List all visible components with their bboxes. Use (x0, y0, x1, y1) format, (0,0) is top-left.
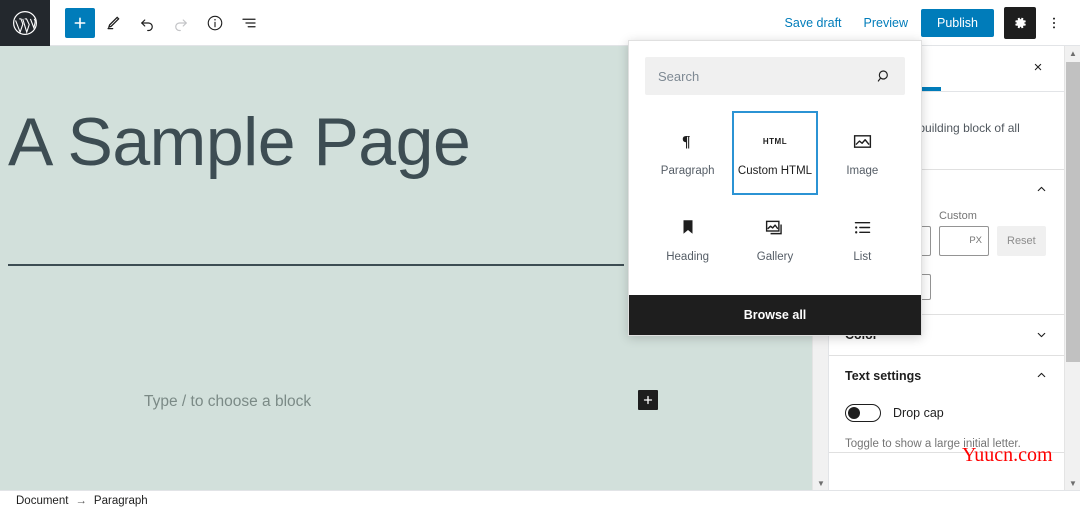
html-badge-label: HTML (763, 137, 787, 146)
gallery-icon (764, 215, 785, 239)
pencil-icon (104, 14, 122, 32)
list-view-icon (240, 14, 258, 32)
sidebar-scroll-up-icon[interactable]: ▲ (1066, 46, 1080, 60)
sidebar-scroll-down-icon[interactable]: ▼ (1066, 476, 1080, 490)
kebab-menu-icon (1046, 15, 1062, 31)
drop-cap-helper-text: Toggle to show a large initial letter. (845, 436, 1048, 452)
search-input[interactable] (658, 69, 876, 84)
inserter-block-label: Custom HTML (738, 165, 812, 177)
chevron-up-icon[interactable] (1035, 369, 1048, 382)
text-settings-panel: Text settings Drop cap Toggle to show a … (829, 356, 1064, 453)
inserter-block-custom-html[interactable]: HTML Custom HTML (732, 111, 817, 195)
text-settings-panel-title: Text settings (845, 369, 921, 383)
save-draft-button[interactable]: Save draft (776, 10, 851, 36)
inserter-block-grid: ¶ Paragraph HTML Custom HTML Image (629, 103, 921, 295)
inserter-block-heading[interactable]: Heading (645, 197, 730, 281)
add-block-button[interactable] (65, 8, 95, 38)
paragraph-pilcrow-icon: ¶ (679, 129, 697, 153)
settings-toggle-button[interactable] (1004, 7, 1036, 39)
undo-button[interactable] (131, 7, 163, 39)
custom-size-field: Custom PX (939, 210, 989, 256)
custom-size-unit: PX (969, 235, 982, 246)
inserter-block-paragraph[interactable]: ¶ Paragraph (645, 111, 730, 195)
html-code-icon: HTML (763, 129, 787, 153)
list-icon (852, 215, 873, 239)
reset-font-size-button[interactable]: Reset (997, 226, 1046, 256)
close-sidebar-button[interactable]: × (1024, 53, 1052, 81)
gear-icon (1012, 15, 1028, 31)
wordpress-logo-icon[interactable] (0, 0, 50, 46)
toolbar-right-group: Save draft Preview Publish (776, 7, 1080, 39)
breadcrumb-separator-icon: → (75, 495, 87, 507)
preview-button[interactable]: Preview (855, 10, 917, 36)
inserter-block-image[interactable]: Image (820, 111, 905, 195)
redo-button[interactable] (165, 7, 197, 39)
more-options-button[interactable] (1040, 7, 1068, 39)
drop-cap-toggle-knob (848, 407, 860, 419)
undo-icon (138, 14, 156, 32)
drop-cap-row: Drop cap (845, 396, 1048, 436)
toolbar-left-group (50, 7, 265, 39)
info-circle-icon (206, 14, 224, 32)
plus-icon (72, 15, 88, 31)
image-icon (852, 129, 873, 153)
plus-icon (642, 394, 654, 406)
text-settings-panel-header[interactable]: Text settings (845, 356, 1048, 396)
breadcrumb-block[interactable]: Paragraph (94, 495, 148, 507)
drop-cap-toggle[interactable] (845, 404, 881, 422)
sidebar-scrollbar[interactable]: ▲ ▼ (1064, 46, 1080, 490)
drop-cap-label: Drop cap (893, 406, 944, 420)
breadcrumb-document[interactable]: Document (16, 495, 68, 507)
chevron-up-icon[interactable] (1035, 183, 1048, 196)
paragraph-block-placeholder[interactable]: Type / to choose a block (144, 393, 311, 411)
chevron-down-icon[interactable] (1035, 328, 1048, 341)
inserter-block-label: List (853, 251, 871, 263)
inserter-block-label: Heading (666, 251, 709, 263)
inserter-block-label: Paragraph (661, 165, 715, 177)
block-breadcrumb: Document → Paragraph (0, 490, 1080, 510)
svg-text:¶: ¶ (682, 133, 691, 150)
inserter-block-list[interactable]: List (820, 197, 905, 281)
title-divider (8, 264, 624, 266)
browse-all-button[interactable]: Browse all (629, 295, 921, 335)
redo-icon (172, 14, 190, 32)
block-inserter-popover: ¶ Paragraph HTML Custom HTML Image (628, 40, 922, 336)
inserter-search-field[interactable] (645, 57, 905, 95)
details-button[interactable] (199, 7, 231, 39)
wordpress-block-editor: Save draft Preview Publish A Sample Page… (0, 0, 1080, 510)
list-view-button[interactable] (233, 7, 265, 39)
custom-size-label: Custom (939, 210, 989, 222)
edit-mode-button[interactable] (97, 7, 129, 39)
heading-bookmark-icon (679, 215, 697, 239)
publish-button[interactable]: Publish (921, 9, 994, 37)
canvas-scroll-down-icon[interactable]: ▼ (814, 476, 828, 490)
inserter-block-label: Image (846, 165, 878, 177)
search-icon (876, 68, 892, 84)
inserter-block-gallery[interactable]: Gallery (732, 197, 817, 281)
sidebar-scrollbar-thumb[interactable] (1066, 62, 1080, 362)
inline-add-block-button[interactable] (638, 390, 658, 410)
inserter-block-label: Gallery (757, 251, 793, 263)
custom-size-input[interactable]: PX (939, 226, 989, 256)
inserter-search-wrapper (629, 41, 921, 103)
